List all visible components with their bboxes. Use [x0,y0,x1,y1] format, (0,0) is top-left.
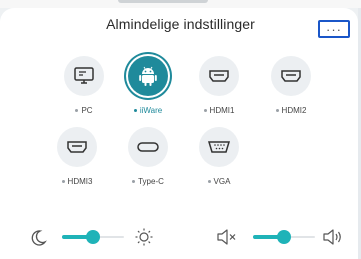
source-vga-button[interactable] [199,127,239,167]
status-dot [75,109,79,112]
volume-slider[interactable] [253,230,315,244]
panel-title: Almindelige indstillinger [106,16,255,32]
android-icon [139,66,157,86]
source-label-text: PC [81,106,93,115]
source-type-c[interactable]: Type-C [118,127,178,186]
status-dot [207,180,211,183]
source-label-text: HDMI3 [67,177,93,186]
source-iiware-label: iiWare [118,106,178,115]
source-hdmi3-button[interactable] [57,127,97,167]
source-hdmi3-label: HDMI3 [47,177,107,186]
status-dot [132,180,136,183]
more-options-button[interactable]: ··· [318,20,350,38]
status-dot [133,109,137,112]
source-label-text: Type-C [138,177,164,186]
source-iiware-button[interactable] [128,56,168,96]
source-hdmi3[interactable]: HDMI3 [47,127,107,186]
source-vga[interactable]: VGA [189,127,249,186]
volume-high-icon [323,229,341,245]
source-hdmi1[interactable]: HDMI1 [189,56,249,115]
source-hdmi2-button[interactable] [271,56,311,96]
source-pc-label: PC [54,106,114,115]
status-dot [61,180,65,183]
monitor-icon [74,67,94,84]
source-pc-button[interactable] [64,56,104,96]
status-dot [203,109,207,112]
hdmi-port-icon [281,70,301,82]
source-label-text: HDMI2 [281,106,307,115]
source-hdmi1-button[interactable] [199,56,239,96]
source-label-text: iiWare [139,106,163,115]
source-type-c-label: Type-C [118,177,178,186]
source-vga-label: VGA [189,177,249,186]
source-iiware[interactable]: iiWare [118,56,178,115]
slider-thumb[interactable] [277,230,291,244]
slider-thumb[interactable] [86,230,100,244]
source-hdmi1-label: HDMI1 [189,106,249,115]
brightness-slider[interactable] [62,230,124,244]
source-hdmi2-label: HDMI2 [261,106,321,115]
sun-icon [135,228,153,246]
source-label-text: HDMI1 [209,106,235,115]
top-strip [0,0,361,8]
vga-port-icon [207,141,231,153]
source-hdmi2[interactable]: HDMI2 [261,56,321,115]
source-label-text: VGA [213,177,231,186]
hdmi-port-icon [67,141,87,153]
top-drag-handle[interactable] [118,0,208,3]
moon-icon [31,230,47,246]
usb-c-port-icon [137,142,159,152]
volume-mute-icon [217,229,236,245]
source-pc[interactable]: PC [54,56,114,115]
status-dot [275,109,279,112]
source-type-c-button[interactable] [128,127,168,167]
hdmi-port-icon [209,70,229,82]
